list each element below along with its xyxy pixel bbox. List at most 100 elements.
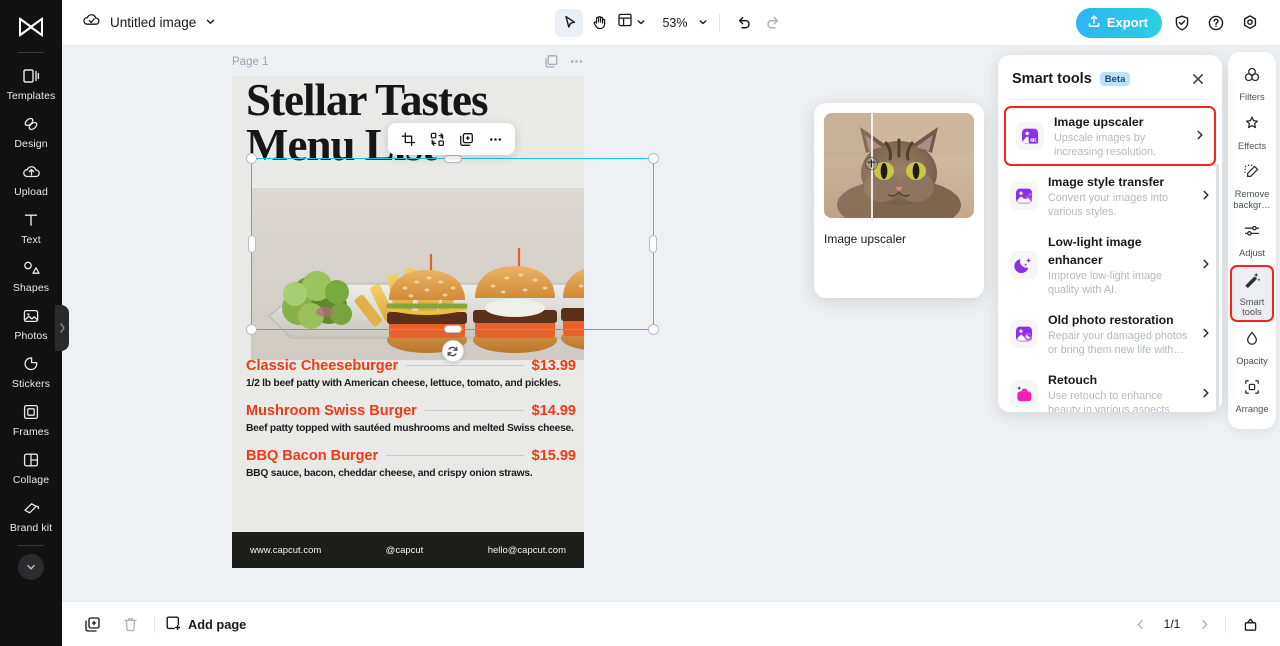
chevron-right-icon[interactable] <box>1200 258 1212 273</box>
left-sidebar: Templates Design Upload Text Shapes Phot… <box>0 0 62 646</box>
menu-item: BBQ Bacon Burger $15.99 BBQ sauce, bacon… <box>246 448 576 480</box>
crop-icon[interactable] <box>395 126 421 152</box>
smart-tool-text: Low-light image enhancer Improve low-lig… <box>1048 233 1190 297</box>
resize-handle-bottom-left[interactable] <box>246 324 257 335</box>
sidebar-item-upload[interactable]: Upload <box>0 155 62 203</box>
menu-item: Classic Cheeseburger $13.99 1/2 lb beef … <box>246 358 576 390</box>
duplicate-page-icon[interactable] <box>78 610 106 638</box>
smart-tool-name: Image upscaler <box>1054 115 1144 129</box>
menu-items-list: Classic Cheeseburger $13.99 1/2 lb beef … <box>246 358 576 493</box>
right-rail-label: Opacity <box>1236 355 1268 366</box>
page-indicator: 1/1 <box>1163 617 1181 631</box>
svg-text:4K: 4K <box>1030 138 1037 144</box>
sidebar-item-templates[interactable]: Templates <box>0 59 62 107</box>
image-upscaler-preview-card: Image upscaler <box>814 103 984 298</box>
sidebar-item-collage[interactable]: Collage <box>0 443 62 491</box>
photo-restore-icon <box>1010 320 1038 348</box>
resize-handle-right[interactable] <box>649 235 657 253</box>
right-rail-label: Filters <box>1239 92 1265 102</box>
split-compare-icon[interactable] <box>865 157 878 170</box>
collage-icon <box>20 449 42 471</box>
resize-handle-left[interactable] <box>248 235 256 253</box>
zoom-select[interactable]: 53% <box>658 14 710 32</box>
right-rail-item-adjust[interactable]: Adjust <box>1230 216 1274 263</box>
chevron-right-icon[interactable] <box>1200 387 1212 402</box>
capcut-logo-icon[interactable] <box>12 10 50 44</box>
layout-select[interactable] <box>615 12 648 33</box>
resize-handle-top-left[interactable] <box>246 153 257 164</box>
sidebar-item-shapes[interactable]: Shapes <box>0 251 62 299</box>
smart-tool-description: Upscale images by increasing resolution. <box>1054 132 1157 158</box>
smart-tool-image-upscaler[interactable]: 4K Image upscaler Upscale images by incr… <box>1004 106 1216 166</box>
add-page-button[interactable]: Add page <box>165 615 246 634</box>
sidebar-collapse-handle[interactable] <box>55 305 69 351</box>
more-horizontal-icon[interactable] <box>569 54 584 69</box>
smart-tool-retouch[interactable]: Retouch Use retouch to enhance beauty in… <box>998 364 1222 412</box>
smart-tools-list[interactable]: 4K Image upscaler Upscale images by incr… <box>998 100 1222 412</box>
chevron-right-icon[interactable] <box>1194 129 1206 144</box>
help-circle-icon[interactable] <box>1202 9 1230 37</box>
smart-tool-image-style-transfer[interactable]: Image style transfer Convert your images… <box>998 166 1222 226</box>
resize-handle-bottom[interactable] <box>443 325 462 333</box>
pages-panel-icon[interactable] <box>1236 610 1264 638</box>
arrange-icon <box>1243 378 1261 401</box>
sidebar-item-label: Brand kit <box>9 522 53 534</box>
canvas-tools-group: 53% <box>555 8 787 37</box>
chevron-down-icon[interactable] <box>18 554 44 580</box>
chevron-right-icon[interactable] <box>1200 189 1212 204</box>
right-rail-item-filters[interactable]: Filters <box>1230 60 1274 107</box>
right-rail-item-remove-background[interactable]: Remove backgr… <box>1230 157 1274 214</box>
sidebar-item-frames[interactable]: Frames <box>0 395 62 443</box>
resize-handle-top-right[interactable] <box>648 153 659 164</box>
delete-page-button[interactable] <box>116 610 144 638</box>
chevron-right-icon[interactable] <box>1200 327 1212 342</box>
brand-kit-icon <box>20 497 42 519</box>
image-selection-box[interactable] <box>246 153 659 362</box>
close-icon[interactable] <box>1188 69 1208 89</box>
smart-tool-description: Use retouch to enhance beauty in various… <box>1048 390 1173 412</box>
menu-item-rule <box>424 410 524 411</box>
undo-button[interactable] <box>729 9 757 37</box>
sidebar-item-brand-kit[interactable]: Brand kit <box>0 491 62 539</box>
redo-button[interactable] <box>759 9 787 37</box>
export-button[interactable]: Export <box>1075 7 1162 38</box>
footer-website: www.capcut.com <box>250 544 322 556</box>
more-horizontal-icon[interactable] <box>482 126 508 152</box>
menu-item-rule <box>386 455 524 456</box>
right-rail-item-opacity[interactable]: Opacity <box>1230 324 1274 371</box>
menu-item-price: $13.99 <box>531 358 576 374</box>
panel-scrollbar[interactable] <box>1216 164 1219 412</box>
smart-tool-low-light-image-enhancer[interactable]: Low-light image enhancer Improve low-lig… <box>998 226 1222 304</box>
shield-check-icon[interactable] <box>1168 9 1196 37</box>
duplicate-icon[interactable] <box>453 126 479 152</box>
sidebar-item-text[interactable]: Text <box>0 203 62 251</box>
settings-gear-icon[interactable] <box>1236 9 1264 37</box>
resize-handle-top[interactable] <box>443 155 462 163</box>
right-rail-item-smart-tools[interactable]: Smart tools <box>1230 264 1274 322</box>
smart-tool-description: Repair your damaged photos or bring them… <box>1048 330 1188 356</box>
retouch-icon <box>1010 380 1038 408</box>
sidebar-item-stickers[interactable]: Stickers <box>0 347 62 395</box>
document-title-control[interactable]: Untitled image <box>82 11 216 34</box>
menu-title-line1: Stellar Tastes <box>246 76 488 125</box>
duplicate-page-icon[interactable] <box>544 54 559 69</box>
chevron-down-icon[interactable] <box>205 14 216 32</box>
sidebar-item-photos[interactable]: Photos <box>0 299 62 347</box>
right-rail-item-effects[interactable]: Effects <box>1230 109 1274 156</box>
replace-shuffle-icon[interactable] <box>424 126 450 152</box>
resize-handle-bottom-right[interactable] <box>648 324 659 335</box>
sidebar-item-label: Stickers <box>11 378 51 390</box>
smart-tool-old-photo-restoration[interactable]: Old photo restoration Repair your damage… <box>998 304 1222 364</box>
bottom-divider-right <box>1225 615 1226 633</box>
sidebar-item-design[interactable]: Design <box>0 107 62 155</box>
right-rail-label: Smart tools <box>1239 296 1265 318</box>
select-tool-button[interactable] <box>555 8 583 37</box>
chevron-left-icon[interactable] <box>1129 613 1151 635</box>
top-toolbar: Untitled image 53% Export <box>62 0 1280 46</box>
hand-pan-tool-button[interactable] <box>585 9 613 37</box>
right-rail-item-arrange[interactable]: Arrange <box>1230 372 1274 419</box>
rotate-icon[interactable] <box>441 340 464 362</box>
sidebar-item-label: Frames <box>12 426 50 438</box>
chevron-right-icon[interactable] <box>1193 613 1215 635</box>
menu-item-name: BBQ Bacon Burger <box>246 448 379 464</box>
